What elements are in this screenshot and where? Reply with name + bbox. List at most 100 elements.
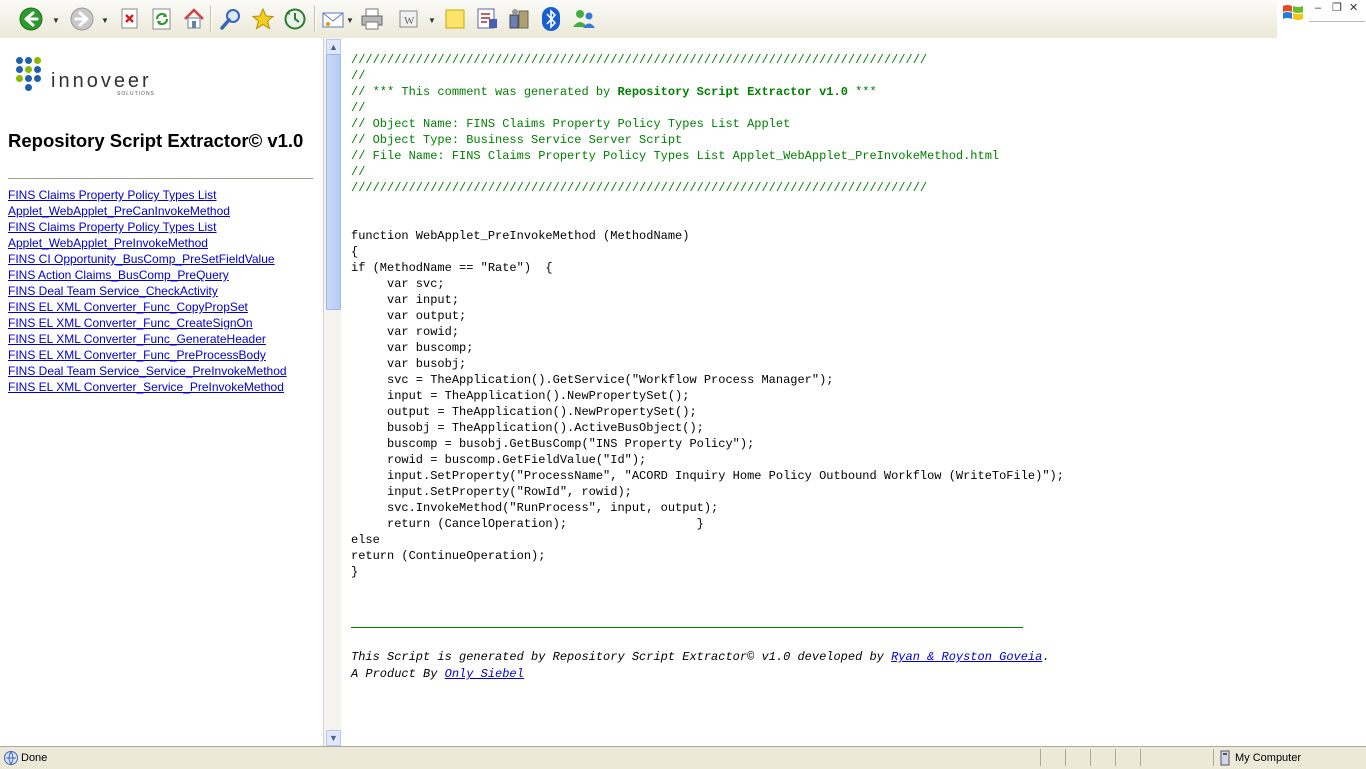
- code-line: svc = TheApplication().GetService("Workf…: [351, 373, 834, 387]
- edit-dropdown-icon[interactable]: ▼: [428, 16, 436, 25]
- note-icon: [445, 9, 465, 29]
- script-link[interactable]: FINS EL XML Converter_Func_PreProcessBod…: [8, 348, 266, 362]
- tools-button[interactable]: [505, 5, 533, 33]
- windows-logo-icon: [1283, 5, 1303, 20]
- refresh-button[interactable]: [148, 5, 176, 33]
- back-arrow-icon: [19, 7, 43, 31]
- script-link[interactable]: Applet_WebApplet_PreInvokeMethod: [8, 236, 208, 250]
- edit-icon: W: [399, 10, 418, 28]
- code-line: svc.InvokeMethod("RunProcess", input, ou…: [351, 501, 719, 515]
- logo-subtext: SOLUTIONS: [117, 91, 155, 97]
- script-link[interactable]: FINS EL XML Converter_Func_GenerateHeade…: [8, 332, 266, 346]
- star-icon: [251, 7, 275, 30]
- status-cell: [1065, 749, 1066, 766]
- search-icon: [220, 9, 240, 30]
- generator-name: Repository Script Extractor v1.0: [617, 85, 848, 99]
- close-button[interactable]: ✕: [1349, 1, 1358, 14]
- footer-product-text: A Product By: [351, 667, 445, 681]
- back-dropdown-icon[interactable]: ▼: [52, 16, 60, 25]
- stop-button[interactable]: [116, 5, 144, 33]
- bluetooth-icon: [542, 7, 560, 31]
- code-line: rowid = buscomp.GetFieldValue("Id");: [351, 453, 647, 467]
- code-line: if (MethodName == "Rate") {: [351, 261, 553, 275]
- script-link-list: FINS Claims Property Policy Types List A…: [8, 187, 287, 395]
- messenger-button[interactable]: [570, 5, 598, 33]
- window-controls-area: – ❐ ✕: [1277, 0, 1366, 38]
- script-link[interactable]: FINS Claims Property Policy Types List: [8, 220, 217, 234]
- code-line: var buscomp;: [351, 341, 474, 355]
- minimize-button[interactable]: –: [1315, 2, 1321, 14]
- code-line: function WebApplet_PreInvokeMethod (Meth…: [351, 229, 690, 243]
- status-cell: [1090, 749, 1091, 766]
- status-zone-cell: [1213, 749, 1214, 766]
- code-line: input.SetProperty("ProcessName", "ACORD …: [351, 469, 1064, 483]
- script-link[interactable]: FINS Deal Team Service_CheckActivity: [8, 284, 218, 298]
- comment-line: ////////////////////////////////////////…: [351, 181, 928, 195]
- script-link[interactable]: FINS EL XML Converter_Func_CopyPropSet: [8, 300, 248, 314]
- history-button[interactable]: [281, 5, 309, 33]
- code-line: }: [351, 565, 359, 579]
- research-button[interactable]: [473, 5, 501, 33]
- code-line: input.SetProperty("RowId", rowid);: [351, 485, 632, 499]
- script-link[interactable]: FINS EL XML Converter_Func_CreateSignOn: [8, 316, 253, 330]
- footer-product: A Product By Only Siebel: [351, 666, 524, 682]
- browser-toolbar: ▼ ▼ ▼ W ▼: [0, 0, 1277, 39]
- code-line: var input;: [351, 293, 460, 307]
- forward-arrow-icon: [70, 7, 94, 31]
- logo-wordmark: innoveer: [51, 70, 152, 92]
- product-link[interactable]: Only Siebel: [445, 667, 524, 681]
- script-code-block: function WebApplet_PreInvokeMethod (Meth…: [351, 228, 1064, 580]
- status-cell: [1115, 749, 1116, 766]
- code-line: var svc;: [351, 277, 445, 291]
- edit-button[interactable]: W: [395, 5, 423, 33]
- code-line: else: [351, 533, 380, 547]
- window-divider: [1309, 21, 1365, 22]
- comment-line: // Object Type: Business Service Server …: [351, 133, 683, 147]
- mail-dropdown-icon[interactable]: ▼: [346, 16, 354, 25]
- favorites-button[interactable]: [249, 5, 277, 33]
- back-button[interactable]: [17, 5, 45, 33]
- script-link[interactable]: FINS EL XML Converter_Service_PreInvokeM…: [8, 380, 284, 394]
- restore-button[interactable]: ❐: [1332, 1, 1342, 14]
- script-link[interactable]: FINS Deal Team Service_Service_PreInvoke…: [8, 364, 287, 378]
- code-line: buscomp = busobj.GetBusComp("INS Propert…: [351, 437, 755, 451]
- left-frame-scrollbar[interactable]: ▲ ▼: [323, 38, 341, 746]
- code-line: output = TheApplication().NewPropertySet…: [351, 405, 697, 419]
- comment-line: // *** This comment was generated by: [351, 85, 618, 99]
- scrollbar-thumb[interactable]: [326, 54, 341, 310]
- refresh-icon: [152, 8, 171, 30]
- code-line: busobj = TheApplication().ActiveBusObjec…: [351, 421, 704, 435]
- bluetooth-button[interactable]: [537, 5, 565, 33]
- script-link[interactable]: FINS CI Opportunity_BusComp_PreSetFieldV…: [8, 252, 275, 266]
- forward-button[interactable]: [68, 5, 96, 33]
- script-link[interactable]: FINS Claims Property Policy Types List: [8, 188, 217, 202]
- notes-button[interactable]: [441, 5, 469, 33]
- navigation-frame: innoveer SOLUTIONS Repository Script Ext…: [0, 38, 323, 746]
- computer-icon: [1220, 750, 1230, 766]
- scroll-up-icon[interactable]: ▲: [326, 39, 341, 55]
- footer-period: .: [1042, 650, 1050, 664]
- home-icon: [184, 8, 204, 29]
- script-link[interactable]: Applet_WebApplet_PreCanInvokeMethod: [8, 204, 230, 218]
- mail-button[interactable]: [320, 5, 348, 33]
- search-button[interactable]: [217, 5, 245, 33]
- print-button[interactable]: [358, 5, 386, 33]
- code-line: var rowid;: [351, 325, 460, 339]
- script-link[interactable]: FINS Action Claims_BusComp_PreQuery: [8, 268, 229, 282]
- status-bar: Done My Computer: [0, 746, 1366, 769]
- status-cell: [1140, 749, 1141, 766]
- author-link[interactable]: Ryan & Royston Goveia: [891, 650, 1042, 664]
- code-line: return (ContinueOperation);: [351, 549, 546, 563]
- messenger-icon: [573, 10, 595, 28]
- header-comment-block: ////////////////////////////////////////…: [351, 52, 999, 196]
- comment-line: // File Name: FINS Claims Property Polic…: [351, 149, 1000, 163]
- zone-text: My Computer: [1235, 752, 1302, 764]
- comment-line: //: [351, 101, 366, 115]
- forward-dropdown-icon[interactable]: ▼: [101, 16, 109, 25]
- home-button[interactable]: [180, 5, 208, 33]
- footer-credit-text: This Script is generated by Repository S…: [351, 650, 892, 664]
- footer-credit: This Script is generated by Repository S…: [351, 649, 1050, 665]
- status-cell: [1040, 749, 1041, 766]
- scroll-down-icon[interactable]: ▼: [326, 730, 341, 746]
- code-line: input = TheApplication().NewPropertySet(…: [351, 389, 690, 403]
